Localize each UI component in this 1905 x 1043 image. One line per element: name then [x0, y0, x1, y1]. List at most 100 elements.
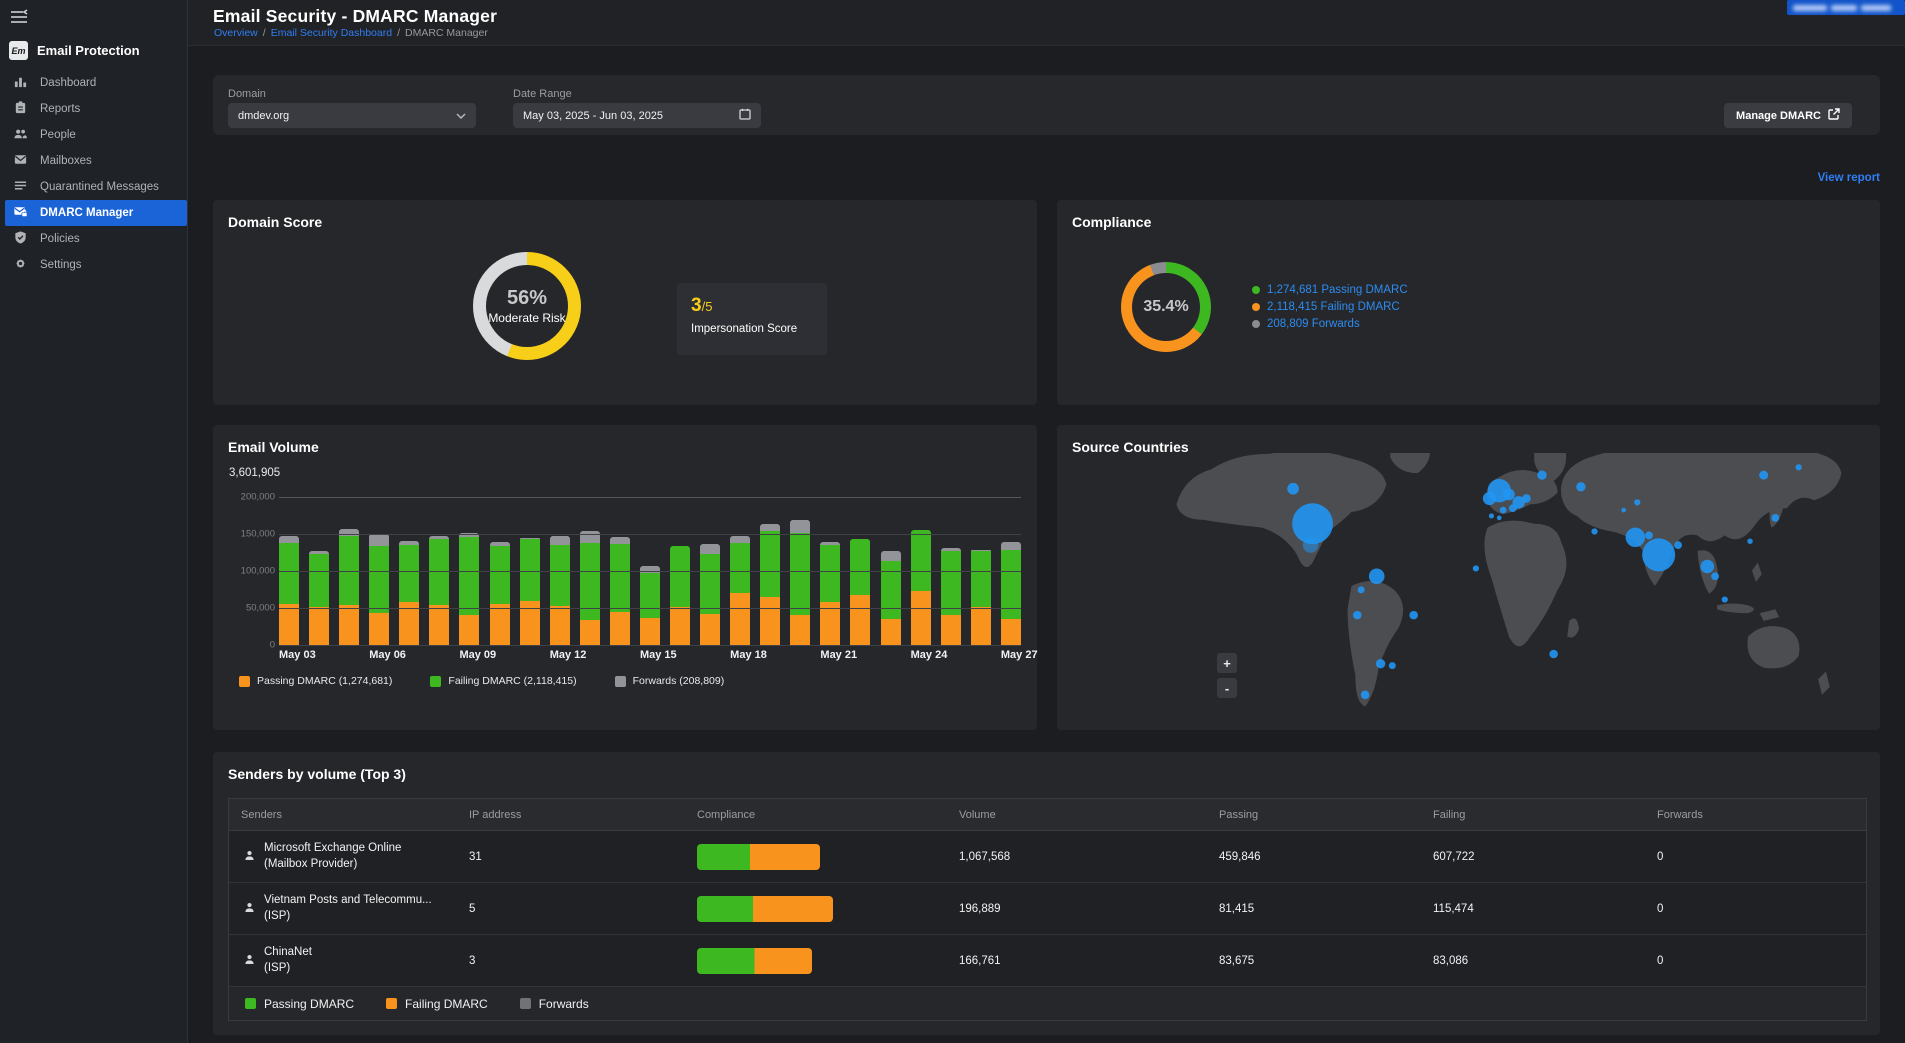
country-bubble[interactable] — [1771, 514, 1779, 522]
manage-dmarc-button[interactable]: Manage DMARC — [1724, 103, 1852, 128]
bar-segment-passing — [309, 607, 329, 645]
country-bubble[interactable] — [1287, 483, 1299, 495]
compliance-legend-item[interactable]: 1,274,681 Passing DMARC — [1252, 284, 1408, 296]
volume-bar[interactable] — [369, 534, 389, 645]
breadcrumb-item[interactable]: Overview — [214, 27, 258, 39]
volume-bar[interactable] — [640, 566, 660, 645]
volume-bar[interactable] — [459, 533, 479, 645]
volume-bar[interactable] — [700, 544, 720, 645]
country-bubble[interactable] — [1376, 659, 1385, 668]
legend-square-icon — [615, 676, 626, 687]
country-bubble[interactable] — [1591, 528, 1597, 534]
volume-bar[interactable] — [279, 536, 299, 645]
country-bubble[interactable] — [1621, 508, 1626, 513]
sidebar-item-dashboard[interactable]: Dashboard — [0, 70, 187, 96]
breadcrumb-item[interactable]: Email Security Dashboard — [271, 27, 392, 39]
sidebar-item-people[interactable]: People — [0, 122, 187, 148]
volume-bar[interactable] — [490, 542, 510, 645]
country-bubble[interactable] — [1497, 516, 1502, 521]
country-bubble[interactable] — [1711, 572, 1719, 580]
country-bubble[interactable] — [1483, 492, 1496, 505]
country-bubble[interactable] — [1537, 470, 1546, 479]
country-bubble[interactable] — [1576, 482, 1585, 491]
volume-bar[interactable] — [730, 536, 750, 645]
sidebar-item-dmarc-manager[interactable]: DMARC Manager — [5, 200, 187, 226]
volume-bar[interactable] — [610, 537, 630, 645]
account-badge[interactable] — [1787, 0, 1905, 15]
volume-bar[interactable] — [309, 551, 329, 645]
volume-legend-item[interactable]: Failing DMARC (2,118,415) — [430, 675, 576, 687]
country-bubble[interactable] — [1645, 532, 1653, 540]
email-volume-total: 3,601,905 — [229, 467, 280, 479]
bar-segment-failing — [490, 546, 510, 604]
x-axis-label — [520, 649, 540, 661]
volume-bar[interactable] — [429, 536, 449, 645]
country-bubble[interactable] — [1353, 611, 1362, 620]
volume-bar[interactable] — [580, 531, 600, 645]
volume-bar[interactable] — [971, 550, 991, 645]
sidebar-item-settings[interactable]: Settings — [0, 252, 187, 278]
country-bubble[interactable] — [1796, 464, 1802, 470]
country-bubble[interactable] — [1303, 537, 1319, 553]
volume-bar[interactable] — [820, 542, 840, 645]
country-bubble[interactable] — [1369, 568, 1385, 584]
bar-segment-failing — [279, 543, 299, 604]
cell-forwards: 0 — [1645, 903, 1866, 915]
compliance-legend-item[interactable]: 208,809 Forwards — [1252, 318, 1408, 330]
country-bubble[interactable] — [1549, 650, 1558, 659]
sidebar-item-reports[interactable]: Reports — [0, 96, 187, 122]
country-bubble[interactable] — [1674, 541, 1682, 549]
sidebar-item-mailboxes[interactable]: Mailboxes — [0, 148, 187, 174]
volume-bar[interactable] — [881, 551, 901, 645]
volume-bar[interactable] — [399, 541, 419, 645]
view-report-link[interactable]: View report — [1818, 172, 1880, 184]
volume-bar[interactable] — [760, 524, 780, 645]
country-bubble[interactable] — [1409, 611, 1418, 620]
map-zoom-out-button[interactable]: - — [1217, 678, 1237, 698]
country-bubble[interactable] — [1522, 494, 1531, 503]
volume-bar[interactable] — [941, 548, 961, 645]
volume-legend-item[interactable]: Forwards (208,809) — [615, 675, 725, 687]
sidebar-item-quarantined-messages[interactable]: Quarantined Messages — [0, 174, 187, 200]
country-bubble[interactable] — [1642, 538, 1675, 571]
country-bubble[interactable] — [1759, 471, 1768, 480]
country-bubble[interactable] — [1626, 528, 1645, 547]
country-bubble[interactable] — [1361, 691, 1370, 700]
country-bubble[interactable] — [1500, 507, 1507, 514]
domain-score-donut[interactable]: 56% Moderate Risk — [473, 252, 581, 360]
sidebar-item-policies[interactable]: Policies — [0, 226, 187, 252]
country-bubble[interactable] — [1503, 489, 1515, 501]
volume-legend-item[interactable]: Passing DMARC (1,274,681) — [239, 675, 392, 687]
country-bubble[interactable] — [1489, 513, 1494, 518]
volume-bar[interactable] — [520, 538, 540, 645]
bar-segment-failing — [429, 539, 449, 605]
country-bubble[interactable] — [1358, 586, 1365, 593]
cell-volume: 1,067,568 — [947, 851, 1207, 863]
compliance-donut[interactable]: 35.4% — [1121, 262, 1211, 352]
volume-bar[interactable] — [670, 546, 690, 645]
country-bubble[interactable] — [1634, 499, 1640, 505]
legend-square-icon — [239, 676, 250, 687]
volume-bar[interactable] — [1001, 542, 1021, 645]
country-bubble[interactable] — [1700, 560, 1714, 574]
x-axis-label: May 15 — [640, 649, 660, 661]
volume-bar[interactable] — [339, 529, 359, 645]
sidebar-collapse-icon[interactable] — [10, 9, 30, 27]
volume-bar[interactable] — [850, 539, 870, 645]
volume-bar[interactable] — [911, 530, 931, 645]
country-bubble[interactable] — [1473, 565, 1479, 571]
volume-bar[interactable] — [550, 536, 570, 645]
date-range-input[interactable]: May 03, 2025 - Jun 03, 2025 — [513, 103, 761, 128]
country-bubble[interactable] — [1722, 596, 1728, 602]
bar-segment-failing — [550, 545, 570, 606]
breadcrumb-separator: / — [397, 27, 400, 39]
map-zoom-in-button[interactable]: + — [1217, 653, 1237, 673]
domain-select[interactable]: dmdev.org — [228, 103, 476, 128]
compliance-legend-item[interactable]: 2,118,415 Failing DMARC — [1252, 301, 1408, 313]
country-bubble[interactable] — [1509, 504, 1517, 512]
country-bubble[interactable] — [1747, 539, 1752, 544]
volume-bar[interactable] — [790, 520, 810, 645]
filter-bar: Domain dmdev.org Date Range May 03, 2025… — [213, 75, 1880, 135]
country-bubble[interactable] — [1389, 662, 1396, 669]
legend-dot-icon — [1252, 320, 1260, 328]
